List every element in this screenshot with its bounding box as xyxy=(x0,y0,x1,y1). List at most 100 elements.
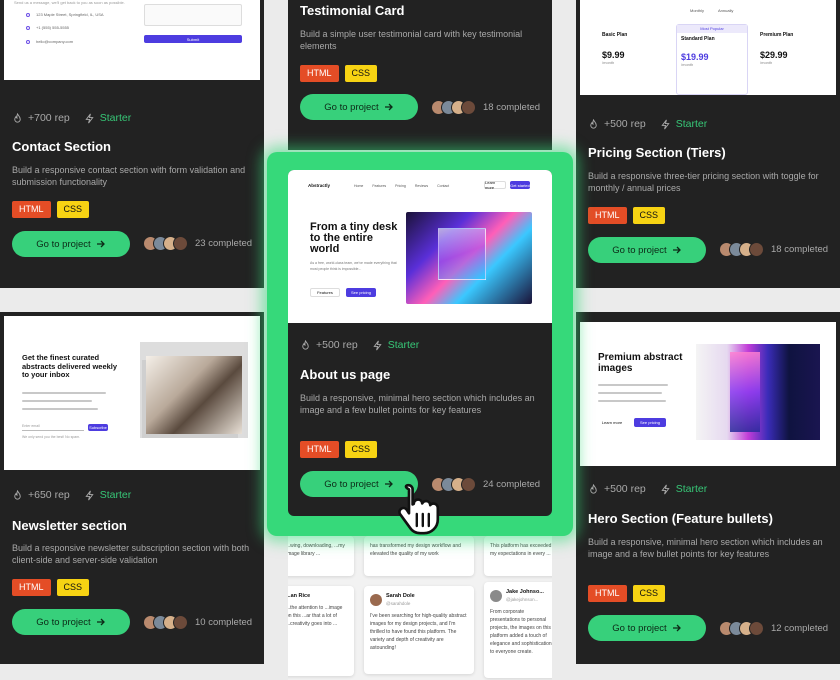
cta-label: Go to project xyxy=(612,622,667,634)
card-description: Build a responsive, minimal hero section… xyxy=(588,537,823,559)
see-pricing-button: See pricing xyxy=(634,418,666,427)
avatar xyxy=(173,615,188,630)
plan-name: Basic Plan xyxy=(602,32,628,38)
tag-list: HTML CSS xyxy=(300,441,378,458)
flame-icon xyxy=(14,112,21,123)
completed-info: 12 completed xyxy=(719,621,828,636)
contact-address: 123 Maple Street, Springfield, IL, USA xyxy=(36,12,104,17)
tag-html: HTML xyxy=(12,201,51,218)
tag-html: HTML xyxy=(300,65,339,82)
rep: +700 rep xyxy=(12,112,70,124)
rep-value: +650 rep xyxy=(28,489,70,501)
review-text: From corporate presentations to personal… xyxy=(490,609,552,655)
completed-count: 12 completed xyxy=(771,623,829,634)
difficulty-label: Starter xyxy=(387,339,420,351)
difficulty-label: Starter xyxy=(675,483,708,495)
tag-list: HTML CSS xyxy=(300,65,378,82)
avatar-group xyxy=(143,236,188,251)
avatar xyxy=(461,477,476,492)
flame-icon xyxy=(14,489,21,500)
project-card-hero[interactable]: Premium abstract images Learn more See p… xyxy=(576,312,840,664)
features-button: Features xyxy=(310,288,340,297)
review-text: I've been searching for high-quality abs… xyxy=(370,613,467,651)
project-card-newsletter[interactable]: Get the finest curated abstracts deliver… xyxy=(0,312,264,664)
cta-label: Go to project xyxy=(324,101,379,113)
difficulty: Starter xyxy=(660,118,708,130)
difficulty-label: Starter xyxy=(99,112,132,124)
rep-value: +500 rep xyxy=(604,118,646,130)
card-thumbnail: Monthly Annually Basic Plan $9.99 /month… xyxy=(580,0,836,95)
nav-item: Home xyxy=(354,184,364,188)
difficulty-label: Starter xyxy=(675,118,708,130)
go-to-project-button[interactable]: Go to project xyxy=(300,94,418,120)
card-thumbnail: Abstractly Home Features Pricing Reviews… xyxy=(288,170,552,323)
tag-html: HTML xyxy=(588,207,627,224)
rep: +500 rep xyxy=(300,339,358,351)
review-card: This platform has exceeded my expectatio… xyxy=(484,536,552,576)
completed-info: 10 completed xyxy=(143,615,252,630)
completed-count: 24 completed xyxy=(483,479,541,490)
get-started-button: Get started xyxy=(510,181,530,189)
go-to-project-button[interactable]: Go to project xyxy=(588,615,706,641)
card-title: Testimonial Card xyxy=(300,3,405,18)
review-text: ...wing, downloading, ...my image librar… xyxy=(288,543,345,557)
difficulty: Starter xyxy=(660,483,708,495)
review-card: Jake Johnso... @jakejohnson... From corp… xyxy=(484,582,552,678)
bolt-icon xyxy=(373,340,382,350)
completed-count: 18 completed xyxy=(771,244,829,255)
card-meta: +700 rep Starter xyxy=(12,112,131,124)
go-to-project-button[interactable]: Go to project xyxy=(12,231,130,257)
card-title: About us page xyxy=(300,367,391,382)
see-pricing-button: See pricing xyxy=(346,288,376,297)
plan-price: $29.99 xyxy=(760,50,788,60)
thumb-abstract-cube xyxy=(438,228,486,280)
review-card: ...an Rice ...the attention to ...image … xyxy=(288,586,354,676)
project-card-testimonial[interactable]: Testimonial Card Build a simple user tes… xyxy=(288,0,552,150)
plan-name: Premium Plan xyxy=(760,32,794,38)
card-meta: +650 rep Starter xyxy=(12,489,131,501)
review-name: Sarah Dole xyxy=(386,593,415,599)
reviews-panel: ...wing, downloading, ...my image librar… xyxy=(288,536,552,680)
plan-period: /month xyxy=(760,60,773,65)
tag-list: HTML CSS xyxy=(12,201,90,218)
review-text: ...the attention to ...image on this ...… xyxy=(288,605,343,627)
thumb-headline: From a tiny desk to the entire world xyxy=(310,221,398,255)
bolt-icon xyxy=(661,119,670,129)
review-card: has transformed my design workflow and e… xyxy=(364,536,474,576)
toggle-annually: Annually xyxy=(718,8,734,13)
thumb-note: We only send you the best! No spam. xyxy=(22,435,81,439)
email-input: Enter email xyxy=(22,424,84,431)
thumb-image xyxy=(146,356,242,434)
bolt-icon xyxy=(85,113,94,123)
project-card-about[interactable]: Abstractly Home Features Pricing Reviews… xyxy=(288,170,552,516)
completed-count: 18 completed xyxy=(483,102,541,113)
go-to-project-button[interactable]: Go to project xyxy=(12,609,130,635)
cta-label: Go to project xyxy=(36,238,91,250)
review-text: This platform has exceeded my expectatio… xyxy=(490,543,552,557)
hand-pointer-cursor-icon xyxy=(398,483,440,535)
thumb-nav: Home Features Pricing Reviews Contact xyxy=(354,184,449,188)
card-thumbnail: Get the finest curated abstracts deliver… xyxy=(4,316,260,470)
plan-name: Standard Plan xyxy=(681,36,715,42)
review-handle: @jakejohnson... xyxy=(506,597,539,602)
avatar-group xyxy=(143,615,188,630)
project-card-pricing[interactable]: Monthly Annually Basic Plan $9.99 /month… xyxy=(576,0,840,288)
plan-premium: Premium Plan $29.99 /month xyxy=(760,32,830,65)
tag-css: CSS xyxy=(632,207,666,224)
learn-more-button: Learn more xyxy=(601,420,623,425)
card-title: Contact Section xyxy=(12,139,111,154)
thumb-headline: Premium abstract images xyxy=(598,352,683,374)
nav-item: Contact xyxy=(437,184,450,188)
avatar xyxy=(490,590,502,602)
card-meta: +500 rep Starter xyxy=(588,483,707,495)
go-to-project-button[interactable]: Go to project xyxy=(588,237,706,263)
thumb-navbar: Abstractly Home Features Pricing Reviews… xyxy=(288,178,552,194)
card-title: Pricing Section (Tiers) xyxy=(588,145,726,160)
review-text: has transformed my design workflow and e… xyxy=(370,543,461,557)
card-thumbnail: Premium abstract images Learn more See p… xyxy=(580,322,836,466)
project-card-contact[interactable]: Send us a message, we'll get back to you… xyxy=(0,0,264,288)
arrow-right-icon xyxy=(96,240,105,248)
tag-html: HTML xyxy=(12,579,51,596)
tag-html: HTML xyxy=(588,585,627,602)
tag-list: HTML CSS xyxy=(588,207,666,224)
